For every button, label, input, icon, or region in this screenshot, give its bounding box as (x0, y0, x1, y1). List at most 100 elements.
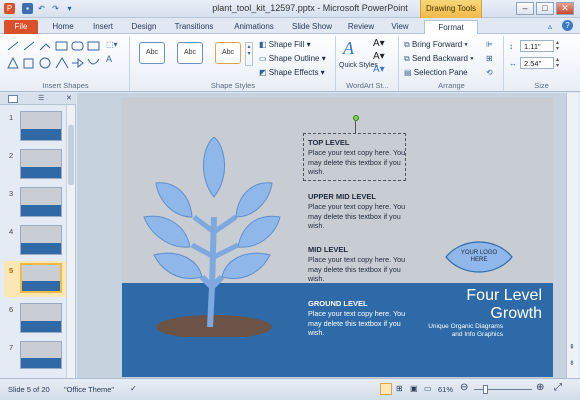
soil-mound (156, 315, 272, 337)
fit-slide-icon[interactable]: ⤢ (554, 382, 562, 393)
zoom-out-icon[interactable]: ⊖ (460, 382, 468, 393)
minimize-button[interactable]: – (516, 2, 534, 15)
slide-thumbnail-4[interactable] (20, 225, 62, 255)
level-body-top: Place your text copy here. You may delet… (308, 148, 406, 176)
selection-pane-icon: ▤ (404, 68, 414, 77)
tab-file[interactable]: File (4, 20, 38, 34)
level-title-upper-mid: UPPER MID LEVEL (308, 192, 376, 201)
shape-effects-button[interactable]: ◩ Shape Effects ▾ (259, 68, 325, 77)
edit-shape-icon[interactable]: ⬚▾ (106, 40, 118, 49)
shape-styles-more-icon[interactable]: ▴ ▾ (245, 42, 253, 66)
slide-thumbnail-2[interactable] (20, 149, 62, 179)
slide-show-view-icon[interactable]: ▭ (424, 384, 432, 393)
height-field[interactable]: 1.11" (520, 40, 554, 52)
slide-number: 4 (9, 227, 14, 236)
vertical-scrollbar[interactable]: ⇞ ⇟ (566, 93, 579, 378)
previous-slide-icon[interactable]: ⇞ (569, 343, 575, 351)
zoom-in-icon[interactable]: ⊕ (536, 382, 544, 393)
panel-tabs: ☰ ✕ (0, 93, 76, 105)
arrange-group: ⧉ Bring Forward ▾ ⧉ Send Backward ▾ ▤ Se… (400, 36, 504, 91)
level-body-ground: Place your text copy here. You may delet… (308, 309, 406, 337)
minimize-ribbon-icon[interactable]: ▵ (548, 22, 552, 31)
shape-effects-icon: ◩ (259, 68, 269, 77)
plant-illustration[interactable] (142, 137, 282, 337)
help-icon[interactable]: ? (562, 20, 573, 31)
text-fill-icon[interactable]: A▾ (373, 38, 385, 49)
text-effects-icon[interactable]: A▾ (373, 64, 385, 75)
insert-shapes-group: ⬚▾ A Insert Shapes (2, 36, 130, 91)
width-field[interactable]: 2.54" (520, 57, 554, 69)
close-panel-icon[interactable]: ✕ (66, 94, 72, 102)
tab-view[interactable]: View (384, 20, 416, 34)
tab-home[interactable]: Home (46, 20, 80, 34)
tab-animations[interactable]: Animations (226, 20, 282, 34)
tab-insert[interactable]: Insert (86, 20, 120, 34)
text-outline-icon[interactable]: A▾ (373, 51, 385, 62)
redo-icon[interactable]: ↷ (50, 3, 61, 14)
reading-view-icon[interactable]: ▣ (410, 384, 418, 393)
level-body-mid: Place your text copy here. You may delet… (308, 255, 406, 283)
shape-outline-button[interactable]: ▭ Shape Outline ▾ (259, 54, 326, 63)
shapes-gallery[interactable] (6, 40, 102, 74)
spell-check-icon[interactable]: ✓ (130, 384, 137, 393)
subheadline: Unique Organic Diagrams and Info Graphic… (428, 323, 503, 338)
wordart-styles-label: WordArt St... (346, 81, 389, 90)
slide-sorter-icon[interactable]: ⊞ (396, 384, 403, 393)
slide-number: 5 (9, 266, 14, 275)
tab-slide-show[interactable]: Slide Show (286, 20, 338, 34)
selection-pane-button[interactable]: ▤ Selection Pane (404, 68, 468, 77)
slides-tab-icon[interactable] (8, 95, 18, 103)
quick-styles-button[interactable]: Quick Styles (339, 62, 378, 70)
shape-style-preset-2[interactable]: Abc (177, 42, 203, 64)
level-title-mid: MID LEVEL (308, 245, 349, 254)
slide-thumbnail-5[interactable] (20, 263, 62, 293)
next-slide-icon[interactable]: ⇟ (569, 359, 575, 367)
align-icon[interactable]: ⊫ (486, 40, 493, 49)
scrollbar-thumb[interactable] (68, 125, 74, 185)
close-button[interactable]: ✕ (556, 2, 574, 15)
group-icon[interactable]: ⊞ (486, 54, 493, 63)
bring-forward-icon: ⧉ (404, 40, 412, 49)
tab-format[interactable]: Format (424, 20, 478, 34)
save-icon[interactable]: ▪ (22, 3, 33, 14)
bring-forward-button[interactable]: ⧉ Bring Forward ▾ (404, 40, 468, 50)
width-icon: ↔ (509, 59, 517, 68)
zoom-level[interactable]: 61% (438, 385, 453, 394)
width-spinner-icon[interactable]: ▴ ▾ (556, 57, 559, 69)
customize-qat-icon[interactable]: ▾ (64, 3, 75, 14)
tab-design[interactable]: Design (126, 20, 162, 34)
arrange-label: Arrange (438, 81, 465, 90)
slides-panel: ☰ ✕ 1 2 3 4 5 6 7 (0, 93, 76, 378)
tab-review[interactable]: Review (342, 20, 380, 34)
level-body-upper-mid: Place your text copy here. You may delet… (308, 202, 406, 230)
shape-style-preset-1[interactable]: Abc (139, 42, 165, 64)
normal-view-icon[interactable] (380, 383, 392, 395)
shape-fill-button[interactable]: ◧ Shape Fill ▾ (259, 40, 311, 49)
slide-thumbnail-7[interactable] (20, 341, 62, 369)
quick-styles-icon[interactable]: A (343, 38, 354, 59)
slide-thumbnail-1[interactable] (20, 111, 62, 141)
slide-canvas[interactable]: TOP LEVEL Place your text copy here. You… (122, 97, 553, 377)
outline-tab-icon[interactable]: ☰ (38, 94, 44, 102)
maximize-button[interactable]: □ (536, 2, 554, 15)
shape-outline-icon: ▭ (259, 54, 269, 63)
level-title-ground: GROUND LEVEL (308, 299, 368, 308)
height-spinner-icon[interactable]: ▴ ▾ (556, 40, 559, 52)
send-backward-button[interactable]: ⧉ Send Backward ▾ (404, 54, 474, 64)
send-backward-icon: ⧉ (404, 54, 412, 63)
shape-style-preset-3[interactable]: Abc (215, 42, 241, 64)
headline-line-2: Growth (490, 305, 542, 322)
powerpoint-logo-icon: P (4, 3, 15, 14)
slide-thumbnail-6[interactable] (20, 303, 62, 333)
slides-panel-scrollbar[interactable] (66, 105, 75, 378)
undo-icon[interactable]: ↶ (36, 3, 47, 14)
slide-thumbnail-3[interactable] (20, 187, 62, 217)
zoom-slider-thumb[interactable] (483, 385, 488, 394)
tab-transitions[interactable]: Transitions (166, 20, 222, 34)
logo-placeholder-text: YOUR LOGO HERE (460, 250, 498, 263)
ribbon-tabs: File Home Insert Design Transitions Anim… (0, 18, 580, 34)
rotate-icon[interactable]: ⟲ (486, 68, 493, 77)
level-title-top: TOP LEVEL (308, 138, 350, 147)
text-box-icon[interactable]: A (106, 54, 112, 64)
rotation-handle[interactable] (353, 115, 359, 121)
